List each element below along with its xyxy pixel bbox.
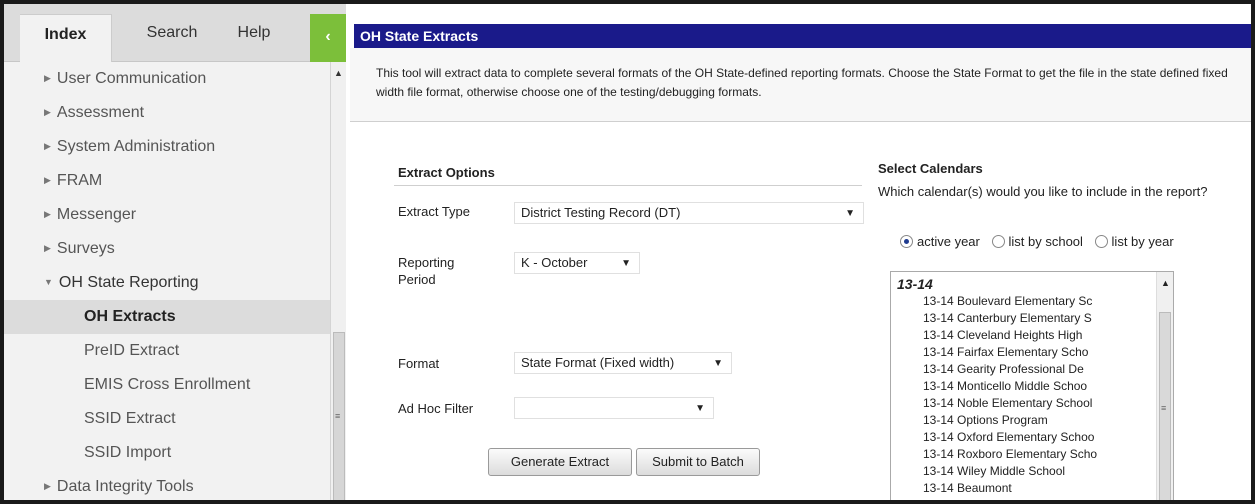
list-item[interactable]: 13-14 Fairfax Elementary Scho bbox=[923, 344, 1097, 361]
format-select[interactable]: State Format (Fixed width) ▼ bbox=[514, 352, 732, 374]
sidebar-item-label: OH State Reporting bbox=[58, 274, 199, 291]
sidebar-item-label: System Administration bbox=[56, 138, 216, 155]
radio-empty-icon bbox=[1094, 235, 1108, 248]
scroll-up-icon[interactable]: ▲ bbox=[334, 68, 343, 78]
list-item[interactable]: 13-14 Beaumont bbox=[923, 480, 1097, 497]
sidebar-scrollbar[interactable]: ▲ ≡ bbox=[330, 62, 346, 500]
radio-empty-icon bbox=[991, 235, 1005, 248]
sidebar-item-preid-extract[interactable]: PreID Extract bbox=[4, 334, 330, 368]
reporting-period-label: Reporting Period bbox=[398, 255, 455, 287]
radio-selected-icon bbox=[900, 235, 913, 248]
list-item[interactable]: 13-14 Boulevard Elementary Sc bbox=[923, 293, 1097, 310]
app-window: Index Search Help ‹ ▶ User Communication … bbox=[0, 0, 1255, 504]
ad-hoc-filter-select[interactable]: ▼ bbox=[514, 397, 714, 419]
caret-right-icon: ▶ bbox=[44, 141, 51, 151]
list-item[interactable]: 13-14 Options Program bbox=[923, 412, 1097, 429]
main-panel: OH State Extracts This tool will extract… bbox=[350, 4, 1251, 500]
calendar-year-group: 13-14 bbox=[897, 276, 933, 292]
radio-label: list by year bbox=[1111, 234, 1174, 249]
caret-down-icon: ▼ bbox=[44, 277, 53, 287]
tool-description: This tool will extract data to complete … bbox=[350, 48, 1251, 122]
chevron-down-icon: ▼ bbox=[695, 403, 705, 414]
sidebar-item-label: Surveys bbox=[56, 240, 115, 257]
sidebar-item-label: User Communication bbox=[56, 70, 207, 87]
radio-label: active year bbox=[917, 234, 980, 249]
caret-right-icon: ▶ bbox=[44, 481, 51, 491]
format-label: Format bbox=[398, 356, 440, 371]
extract-type-value: District Testing Record (DT) bbox=[521, 205, 681, 220]
sidebar-item-label: FRAM bbox=[56, 172, 103, 189]
list-item[interactable]: 13-14 Roxboro Elementary Scho bbox=[923, 446, 1097, 463]
reporting-period-select[interactable]: K - October ▼ bbox=[514, 252, 640, 274]
grip-icon: ≡ bbox=[335, 411, 341, 421]
sidebar-nav: ▶ User Communication ▶ Assessment ▶ System … bbox=[4, 62, 330, 500]
calendar-scrollbar[interactable]: ▲ ≡ bbox=[1156, 272, 1173, 500]
calendar-listbox[interactable]: 13-14 13-14 Boulevard Elementary Sc 13-1… bbox=[890, 271, 1174, 500]
chevron-down-icon: ▼ bbox=[621, 258, 631, 269]
sidebar-item-label: Data Integrity Tools bbox=[56, 478, 194, 495]
scrollbar-thumb[interactable]: ≡ bbox=[1159, 312, 1171, 500]
list-item[interactable]: 13-14 Oxford Elementary Schoo bbox=[923, 429, 1097, 446]
tab-index[interactable]: Index bbox=[20, 14, 112, 62]
ad-hoc-filter-label: Ad Hoc Filter bbox=[398, 401, 474, 416]
extract-type-label: Extract Type bbox=[398, 204, 471, 219]
caret-right-icon: ▶ bbox=[44, 209, 51, 219]
sidebar-item-data-integrity-tools[interactable]: ▶ Data Integrity Tools bbox=[4, 470, 330, 500]
list-item[interactable]: 13-14 Cleveland Heights High bbox=[923, 327, 1097, 344]
sidebar-item-oh-state-reporting[interactable]: ▼ OH State Reporting bbox=[4, 266, 330, 300]
tab-search[interactable]: Search bbox=[132, 18, 212, 48]
sidebar-item-oh-extracts[interactable]: OH Extracts bbox=[4, 300, 330, 334]
sidebar-item-fram[interactable]: ▶ FRAM bbox=[4, 164, 330, 198]
calendar-question: Which calendar(s) would you like to incl… bbox=[878, 184, 1208, 199]
collapse-sidebar-button[interactable]: ‹ bbox=[310, 14, 346, 62]
chevron-down-icon: ▼ bbox=[845, 208, 855, 219]
generate-extract-button[interactable]: Generate Extract bbox=[488, 448, 632, 476]
sidebar: Index Search Help ‹ ▶ User Communication … bbox=[4, 4, 346, 500]
submit-to-batch-button[interactable]: Submit to Batch bbox=[636, 448, 760, 476]
radio-label: list by school bbox=[1008, 234, 1083, 249]
extract-options-heading: Extract Options bbox=[398, 165, 495, 180]
radio-active-year[interactable]: active year bbox=[900, 234, 980, 249]
radio-list-by-school[interactable]: list by school bbox=[991, 234, 1083, 249]
sidebar-item-assessment[interactable]: ▶ Assessment bbox=[4, 96, 330, 130]
select-calendars-heading: Select Calendars bbox=[878, 161, 983, 176]
sidebar-item-surveys[interactable]: ▶ Surveys bbox=[4, 232, 330, 266]
reporting-period-value: K - October bbox=[521, 255, 588, 270]
divider bbox=[394, 185, 862, 186]
list-item[interactable]: 13-14 Wiley Middle School bbox=[923, 463, 1097, 480]
caret-right-icon: ▶ bbox=[44, 107, 51, 117]
page-title: OH State Extracts bbox=[354, 24, 1251, 48]
list-item[interactable]: 13-14 Monticello Middle Schoo bbox=[923, 378, 1097, 395]
radio-list-by-year[interactable]: list by year bbox=[1094, 234, 1174, 249]
sidebar-tabs: Index Search Help ‹ bbox=[4, 4, 346, 62]
list-item[interactable]: 13-14 Gearity Professional De bbox=[923, 361, 1097, 378]
extract-type-select[interactable]: District Testing Record (DT) ▼ bbox=[514, 202, 864, 224]
sidebar-item-label: Messenger bbox=[56, 206, 137, 223]
sidebar-item-user-communication[interactable]: ▶ User Communication bbox=[4, 62, 330, 96]
list-item[interactable]: 13-14 Canterbury Elementary S bbox=[923, 310, 1097, 327]
sidebar-item-label: Assessment bbox=[56, 104, 145, 121]
scroll-up-icon[interactable]: ▲ bbox=[1161, 278, 1170, 288]
caret-right-icon: ▶ bbox=[44, 243, 51, 253]
list-item[interactable]: 13-14 Noble Elementary School bbox=[923, 395, 1097, 412]
calendar-items: 13-14 Boulevard Elementary Sc 13-14 Cant… bbox=[923, 293, 1097, 497]
sidebar-item-system-administration[interactable]: ▶ System Administration bbox=[4, 130, 330, 164]
sidebar-item-ssid-import[interactable]: SSID Import bbox=[4, 436, 330, 470]
calendar-view-radios: active year list by school list by year bbox=[900, 234, 1182, 249]
caret-right-icon: ▶ bbox=[44, 73, 51, 83]
grip-icon: ≡ bbox=[1161, 403, 1167, 413]
scrollbar-thumb[interactable]: ≡ bbox=[333, 332, 345, 500]
format-value: State Format (Fixed width) bbox=[521, 355, 675, 370]
sidebar-item-ssid-extract[interactable]: SSID Extract bbox=[4, 402, 330, 436]
sidebar-item-emis-cross-enrollment[interactable]: EMIS Cross Enrollment bbox=[4, 368, 330, 402]
sidebar-item-messenger[interactable]: ▶ Messenger bbox=[4, 198, 330, 232]
caret-right-icon: ▶ bbox=[44, 175, 51, 185]
chevron-down-icon: ▼ bbox=[713, 358, 723, 369]
tab-help[interactable]: Help bbox=[224, 18, 284, 48]
